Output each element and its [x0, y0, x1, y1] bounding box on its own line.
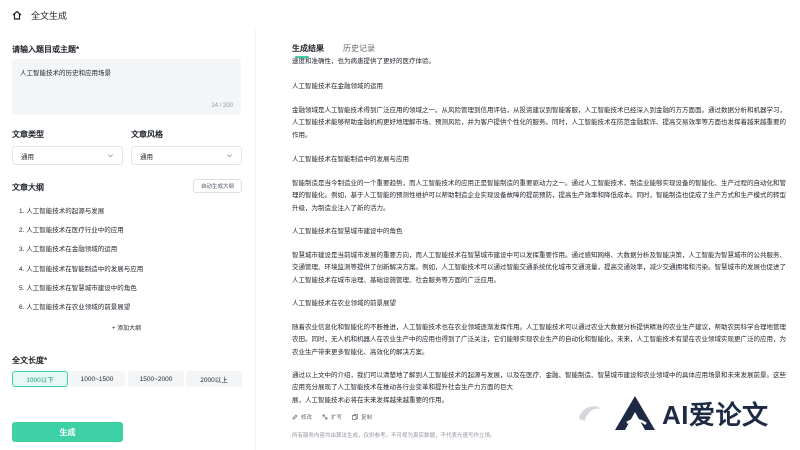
outline-label: 文章大纲	[12, 183, 44, 192]
result-heading: 人工智能技术在智能制造中的发展与应用	[292, 156, 409, 163]
length-option-3[interactable]: 1500~2000	[128, 371, 184, 387]
result-paragraph: 智慧城市建设是当前城市发展的重要方向，而人工智能技术在智慧城市建设中可以发挥重要…	[292, 252, 786, 284]
article-style-select[interactable]: 通用	[131, 146, 242, 165]
result-paragraph: 金融领域是人工智能技术得到广泛应用的领域之一。从风险管理到信用评估，从投资建议到…	[292, 107, 786, 139]
auto-outline-button[interactable]: 自动生成大纲	[193, 179, 242, 193]
article-type-label: 文章类型	[12, 130, 44, 139]
expand-button[interactable]: 扩写	[322, 413, 342, 421]
result-heading: 人工智能技术在智慧城市建设中的角色	[292, 228, 403, 235]
tab-history[interactable]: 历史记录	[343, 43, 375, 54]
article-type-value: 通用	[21, 153, 34, 161]
copy-label: 复制	[361, 415, 373, 421]
watermark-swirl-icon	[579, 406, 601, 421]
tab-result[interactable]: 生成结果	[292, 43, 324, 54]
result-paragraph: 智能制造是当今制造业的一个重要趋势，而人工智能技术的应用正是智能制造的重要驱动力…	[292, 180, 786, 212]
watermark: AI爱论文	[612, 393, 769, 433]
home-icon[interactable]	[12, 10, 22, 20]
topic-label: 请输入题目或主题*	[12, 45, 80, 54]
disclaimer-text: 所有服务内容均由算法生成，仅供参考。不可视为真实数据，不代表光速写作立场。	[292, 433, 496, 439]
topic-input[interactable]: 人工智能技术的历史和应用场景 14 / 200	[12, 59, 241, 115]
result-heading: 人工智能技术在农业领域的前景展望	[292, 300, 396, 307]
copy-icon	[352, 414, 358, 420]
copy-button[interactable]: 复制	[352, 413, 372, 421]
length-option-1[interactable]: 1000以下	[12, 371, 68, 387]
input-panel: 请输入题目或主题* 人工智能技术的历史和应用场景 14 / 200 文章类型 通…	[0, 30, 256, 450]
edit-icon	[292, 414, 298, 420]
length-option-2[interactable]: 1000~1500	[69, 371, 125, 387]
edit-label: 修改	[301, 415, 313, 421]
outline-item[interactable]: 6. 人工智能技术在农业领域的前景展望	[19, 301, 130, 311]
result-heading: 人工智能技术在金融领域的运用	[292, 83, 383, 90]
result-paragraph: 速度和准确性，也为病患提供了更好的医疗体验。	[292, 58, 435, 65]
length-label: 全文长度*	[12, 356, 48, 365]
result-actions: 修改 扩写 复制	[292, 413, 372, 421]
outline-item[interactable]: 4. 人工智能技术在智能制造中的发展与应用	[19, 263, 143, 273]
outline-item[interactable]: 5. 人工智能技术在智慧城市建设中的角色	[19, 282, 137, 292]
result-paragraph: 随着农业信息化和智能化的不断推进，人工智能技术也在农业领域逐渐发挥作用。人工智能…	[292, 324, 786, 356]
watermark-logo-icon	[615, 396, 655, 430]
watermark-text: AI爱论文	[662, 399, 769, 430]
top-bar: 全文生成	[0, 0, 800, 30]
edit-button[interactable]: 修改	[292, 413, 312, 421]
expand-label: 扩写	[331, 415, 343, 421]
article-type-select[interactable]: 通用	[12, 146, 123, 165]
result-panel: 生成结果 历史记录 速度和准确性，也为病患提供了更好的医疗体验。 人工智能技术在…	[257, 30, 800, 450]
outline-item[interactable]: 3. 人工智能技术在金融领域的运用	[19, 243, 117, 253]
topic-char-count: 14 / 200	[211, 103, 233, 109]
chevron-down-icon	[227, 154, 232, 158]
topic-input-value: 人工智能技术的历史和应用场景	[20, 70, 111, 77]
length-option-4[interactable]: 2000以上	[186, 371, 242, 387]
article-style-value: 通用	[140, 153, 153, 161]
outline-item[interactable]: 2. 人工智能技术在医疗行业中的应用	[19, 224, 124, 234]
chevron-down-icon	[108, 154, 113, 158]
outline-item[interactable]: 1. 人工智能技术的起源与发展	[19, 205, 104, 215]
add-outline-button[interactable]: + 添加大纲	[112, 323, 141, 332]
generate-button[interactable]: 生成	[12, 422, 123, 442]
expand-icon	[322, 414, 328, 420]
result-paragraph: 通过以上文中的介绍，我们可以清楚地了解到人工智能技术的起源与发展，以及在医疗、金…	[292, 372, 786, 392]
article-style-label: 文章风格	[131, 130, 163, 139]
app-title: 全文生成	[31, 10, 68, 21]
